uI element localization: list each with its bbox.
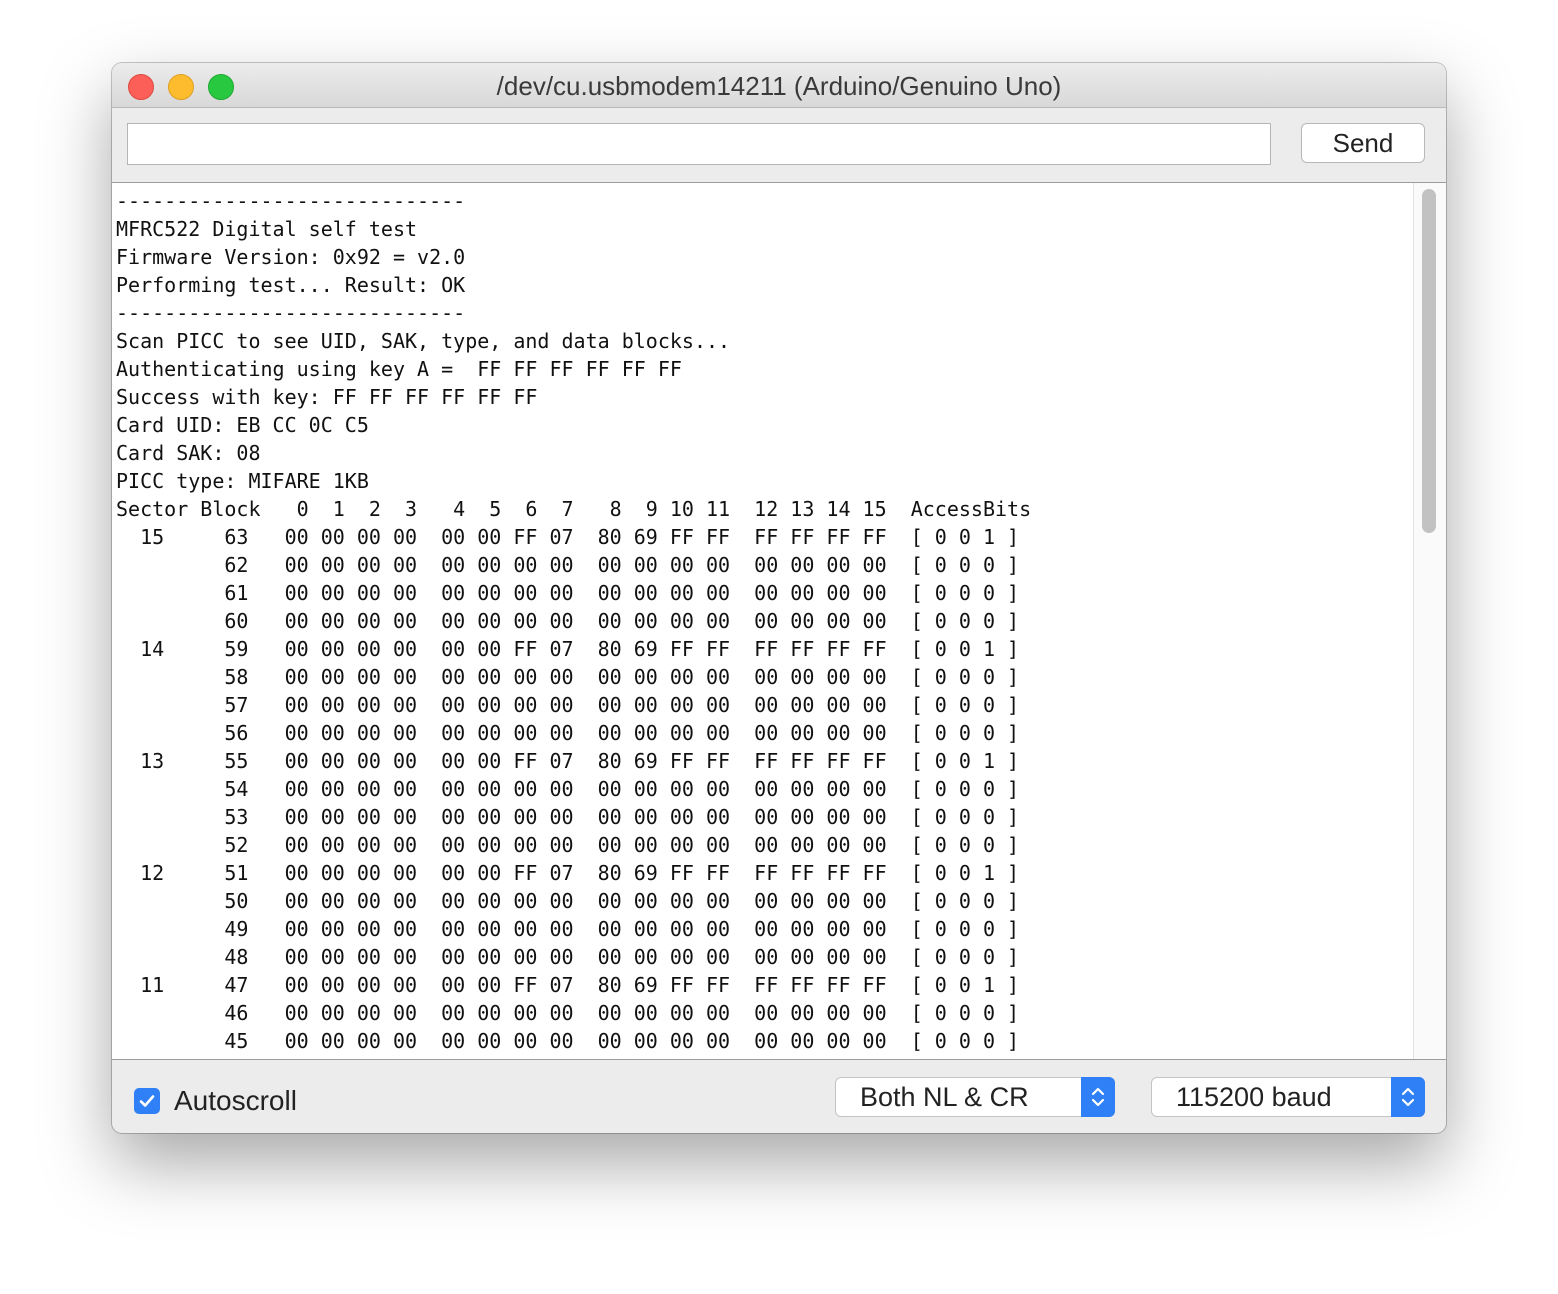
- output-line: 58 00 00 00 00 00 00 00 00 00 00 00 00 0…: [116, 665, 1020, 689]
- output-line: 14 59 00 00 00 00 00 00 FF 07 80 69 FF F…: [116, 637, 1020, 661]
- line-ending-arrows: [1081, 1077, 1115, 1117]
- chevron-up-down-icon: [1091, 1087, 1105, 1107]
- output-line: 54 00 00 00 00 00 00 00 00 00 00 00 00 0…: [116, 777, 1020, 801]
- serial-output-text: ----------------------------- MFRC522 Dig…: [116, 187, 1032, 1059]
- serial-monitor-window: /dev/cu.usbmodem14211 (Arduino/Genuino U…: [112, 63, 1446, 1133]
- output-line: -----------------------------: [116, 301, 466, 325]
- output-line: 50 00 00 00 00 00 00 00 00 00 00 00 00 0…: [116, 889, 1020, 913]
- send-button[interactable]: Send: [1301, 123, 1425, 163]
- autoscroll-label[interactable]: Autoscroll: [174, 1085, 297, 1117]
- output-line: 57 00 00 00 00 00 00 00 00 00 00 00 00 0…: [116, 693, 1020, 717]
- output-line: Sector Block 0 1 2 3 4 5 6 7 8 9 10 11 1…: [116, 497, 1032, 521]
- output-line: 46 00 00 00 00 00 00 00 00 00 00 00 00 0…: [116, 1001, 1020, 1025]
- baud-rate-select[interactable]: 115200 baud: [1151, 1077, 1425, 1117]
- output-line: 62 00 00 00 00 00 00 00 00 00 00 00 00 0…: [116, 553, 1020, 577]
- output-line: 52 00 00 00 00 00 00 00 00 00 00 00 00 0…: [116, 833, 1020, 857]
- autoscroll-checkbox[interactable]: [134, 1088, 160, 1114]
- window-title: /dev/cu.usbmodem14211 (Arduino/Genuino U…: [496, 71, 1062, 101]
- output-line: 44 00 00 00 00 00 00 00 00 00 00 00 00 0…: [116, 1055, 1031, 1059]
- output-line: Firmware Version: 0x92 = v2.0: [116, 245, 466, 269]
- output-line: MFRC522 Digital self test: [116, 217, 418, 241]
- vertical-scrollbar[interactable]: [1413, 183, 1446, 1059]
- output-line: 56 00 00 00 00 00 00 00 00 00 00 00 00 0…: [116, 721, 1020, 745]
- title-bar[interactable]: /dev/cu.usbmodem14211 (Arduino/Genuino U…: [112, 63, 1446, 108]
- line-ending-value: Both NL & CR: [860, 1082, 1029, 1112]
- output-line: Scan PICC to see UID, SAK, type, and dat…: [116, 329, 731, 353]
- serial-output-area[interactable]: ----------------------------- MFRC522 Dig…: [112, 182, 1446, 1060]
- output-line: 15 63 00 00 00 00 00 00 FF 07 80 69 FF F…: [116, 525, 1020, 549]
- chevron-up-down-icon: [1401, 1087, 1415, 1107]
- output-line: 12 51 00 00 00 00 00 00 FF 07 80 69 FF F…: [116, 861, 1020, 885]
- output-line: 45 00 00 00 00 00 00 00 00 00 00 00 00 0…: [116, 1029, 1020, 1053]
- output-line: Card SAK: 08: [116, 441, 261, 465]
- output-line: 13 55 00 00 00 00 00 00 FF 07 80 69 FF F…: [116, 749, 1020, 773]
- output-line: 53 00 00 00 00 00 00 00 00 00 00 00 00 0…: [116, 805, 1020, 829]
- output-line: 61 00 00 00 00 00 00 00 00 00 00 00 00 0…: [116, 581, 1020, 605]
- baud-rate-value: 115200 baud: [1176, 1082, 1332, 1112]
- checkmark-icon: [139, 1095, 155, 1107]
- line-ending-select[interactable]: Both NL & CR: [835, 1077, 1115, 1117]
- output-line: 60 00 00 00 00 00 00 00 00 00 00 00 00 0…: [116, 609, 1020, 633]
- output-line: Card UID: EB CC 0C C5: [116, 413, 369, 437]
- scrollbar-thumb[interactable]: [1422, 189, 1436, 533]
- baud-rate-arrows: [1391, 1077, 1425, 1117]
- output-line: 11 47 00 00 00 00 00 00 FF 07 80 69 FF F…: [116, 973, 1020, 997]
- output-line: 49 00 00 00 00 00 00 00 00 00 00 00 00 0…: [116, 917, 1020, 941]
- serial-input[interactable]: [127, 123, 1271, 165]
- output-line: Success with key: FF FF FF FF FF FF: [116, 385, 538, 409]
- output-line: Performing test... Result: OK: [116, 273, 466, 297]
- output-line: PICC type: MIFARE 1KB: [116, 469, 369, 493]
- output-line: Authenticating using key A = FF FF FF FF…: [116, 357, 682, 381]
- output-line: 48 00 00 00 00 00 00 00 00 00 00 00 00 0…: [116, 945, 1020, 969]
- output-line: -----------------------------: [116, 189, 466, 213]
